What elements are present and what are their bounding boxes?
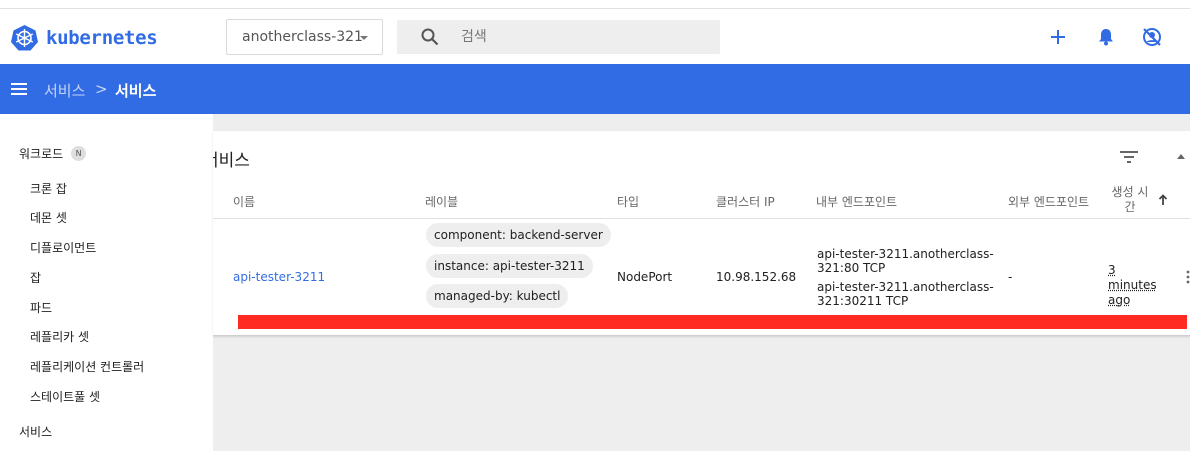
chevron-up-icon[interactable]: [1177, 154, 1185, 159]
label-chip: component: backend-server: [426, 223, 611, 247]
card-title: 서비스: [213, 151, 250, 171]
age-value: 3 minutes ago: [1108, 263, 1157, 307]
kubernetes-helm-icon: [11, 25, 38, 51]
sidebar-item-replicationcontrollers[interactable]: 레플리케이션 컨트롤러: [30, 358, 144, 375]
sidebar-item-daemonsets[interactable]: 데몬 셋: [30, 209, 67, 226]
sidebar-section-services[interactable]: 서비스: [19, 423, 52, 440]
sidebar-item-cronjobs[interactable]: 크론 잡: [30, 180, 67, 197]
more-vert-icon[interactable]: [1186, 270, 1190, 284]
service-type: NodePort: [617, 270, 673, 284]
sidebar-section-label: 워크로드: [19, 147, 64, 161]
highlight-bar: [238, 315, 1187, 329]
search-input[interactable]: [461, 20, 711, 54]
namespace-selector[interactable]: anotherclass-321: [226, 19, 383, 55]
arrow-up-icon[interactable]: [1158, 194, 1168, 206]
sidebar-item-statefulsets[interactable]: 스테이트풀 셋: [30, 388, 100, 405]
breadcrumb-parent[interactable]: 서비스: [44, 80, 85, 101]
bell-icon[interactable]: [1095, 26, 1117, 48]
column-type: 타입: [617, 195, 640, 209]
label-chip: managed-by: kubectl: [426, 284, 569, 308]
column-external-endpoints: 외부 엔드포인트: [1008, 195, 1090, 209]
plus-icon[interactable]: [1047, 26, 1069, 48]
search-icon: [421, 28, 439, 46]
column-name[interactable]: 이름: [233, 193, 255, 210]
app-header: kubernetes anotherclass-321: [0, 9, 1190, 64]
sidebar-item-deployments[interactable]: 디플로이먼트: [30, 239, 96, 256]
menu-icon[interactable]: [10, 80, 28, 98]
internal-endpoint: api-tester-3211.anotherclass-321:30211 T…: [817, 280, 994, 308]
internal-endpoint: api-tester-3211.anotherclass-321:80 TCP: [817, 247, 994, 275]
breadcrumb-toolbar: 서비스 > 서비스: [0, 64, 1190, 114]
search-bar[interactable]: [397, 20, 720, 54]
sidebar-item-replicasets[interactable]: 레플리카 셋: [30, 328, 89, 345]
namespace-value: anotherclass-321: [242, 29, 363, 45]
account-off-icon[interactable]: [1141, 26, 1163, 48]
service-name-link[interactable]: api-tester-3211: [233, 270, 325, 284]
external-endpoint: -: [1008, 270, 1013, 284]
sidebar-item-jobs[interactable]: 잡: [30, 269, 41, 286]
sidebar-item-pods[interactable]: 파드: [30, 299, 52, 316]
column-age[interactable]: 생성 시간: [1110, 185, 1150, 215]
sidebar-section-label: 서비스: [19, 425, 53, 439]
top-strip: [0, 0, 1190, 9]
services-card: 서비스 이름 레이블 타입 클러스터 IP 내부 엔드포인트 외부 엔드포인트 …: [213, 131, 1190, 336]
new-badge: N: [71, 146, 87, 161]
sidebar: 워크로드 N 크론 잡 데몬 셋 디플로이먼트 잡 파드 레플리카 셋 레플리케…: [0, 114, 213, 451]
column-labels: 레이블: [425, 195, 459, 209]
column-internal-endpoints: 내부 엔드포인트: [816, 195, 898, 209]
sidebar-section-workloads[interactable]: 워크로드 N: [19, 145, 87, 162]
column-cluster-ip: 클러스터 IP: [716, 195, 775, 209]
filter-icon[interactable]: [1119, 149, 1139, 165]
chevron-down-icon: [360, 36, 368, 40]
table-header: 이름 레이블 타입 클러스터 IP 내부 엔드포인트 외부 엔드포인트 생성 시…: [213, 181, 1190, 219]
label-chip: instance: api-tester-3211: [426, 254, 593, 278]
chevron-right-icon: >: [95, 80, 108, 98]
brand-name: kubernetes: [46, 26, 158, 49]
breadcrumb-current: 서비스: [115, 82, 157, 100]
cluster-ip: 10.98.152.68: [716, 270, 797, 284]
kubernetes-logo[interactable]: kubernetes: [11, 24, 158, 51]
